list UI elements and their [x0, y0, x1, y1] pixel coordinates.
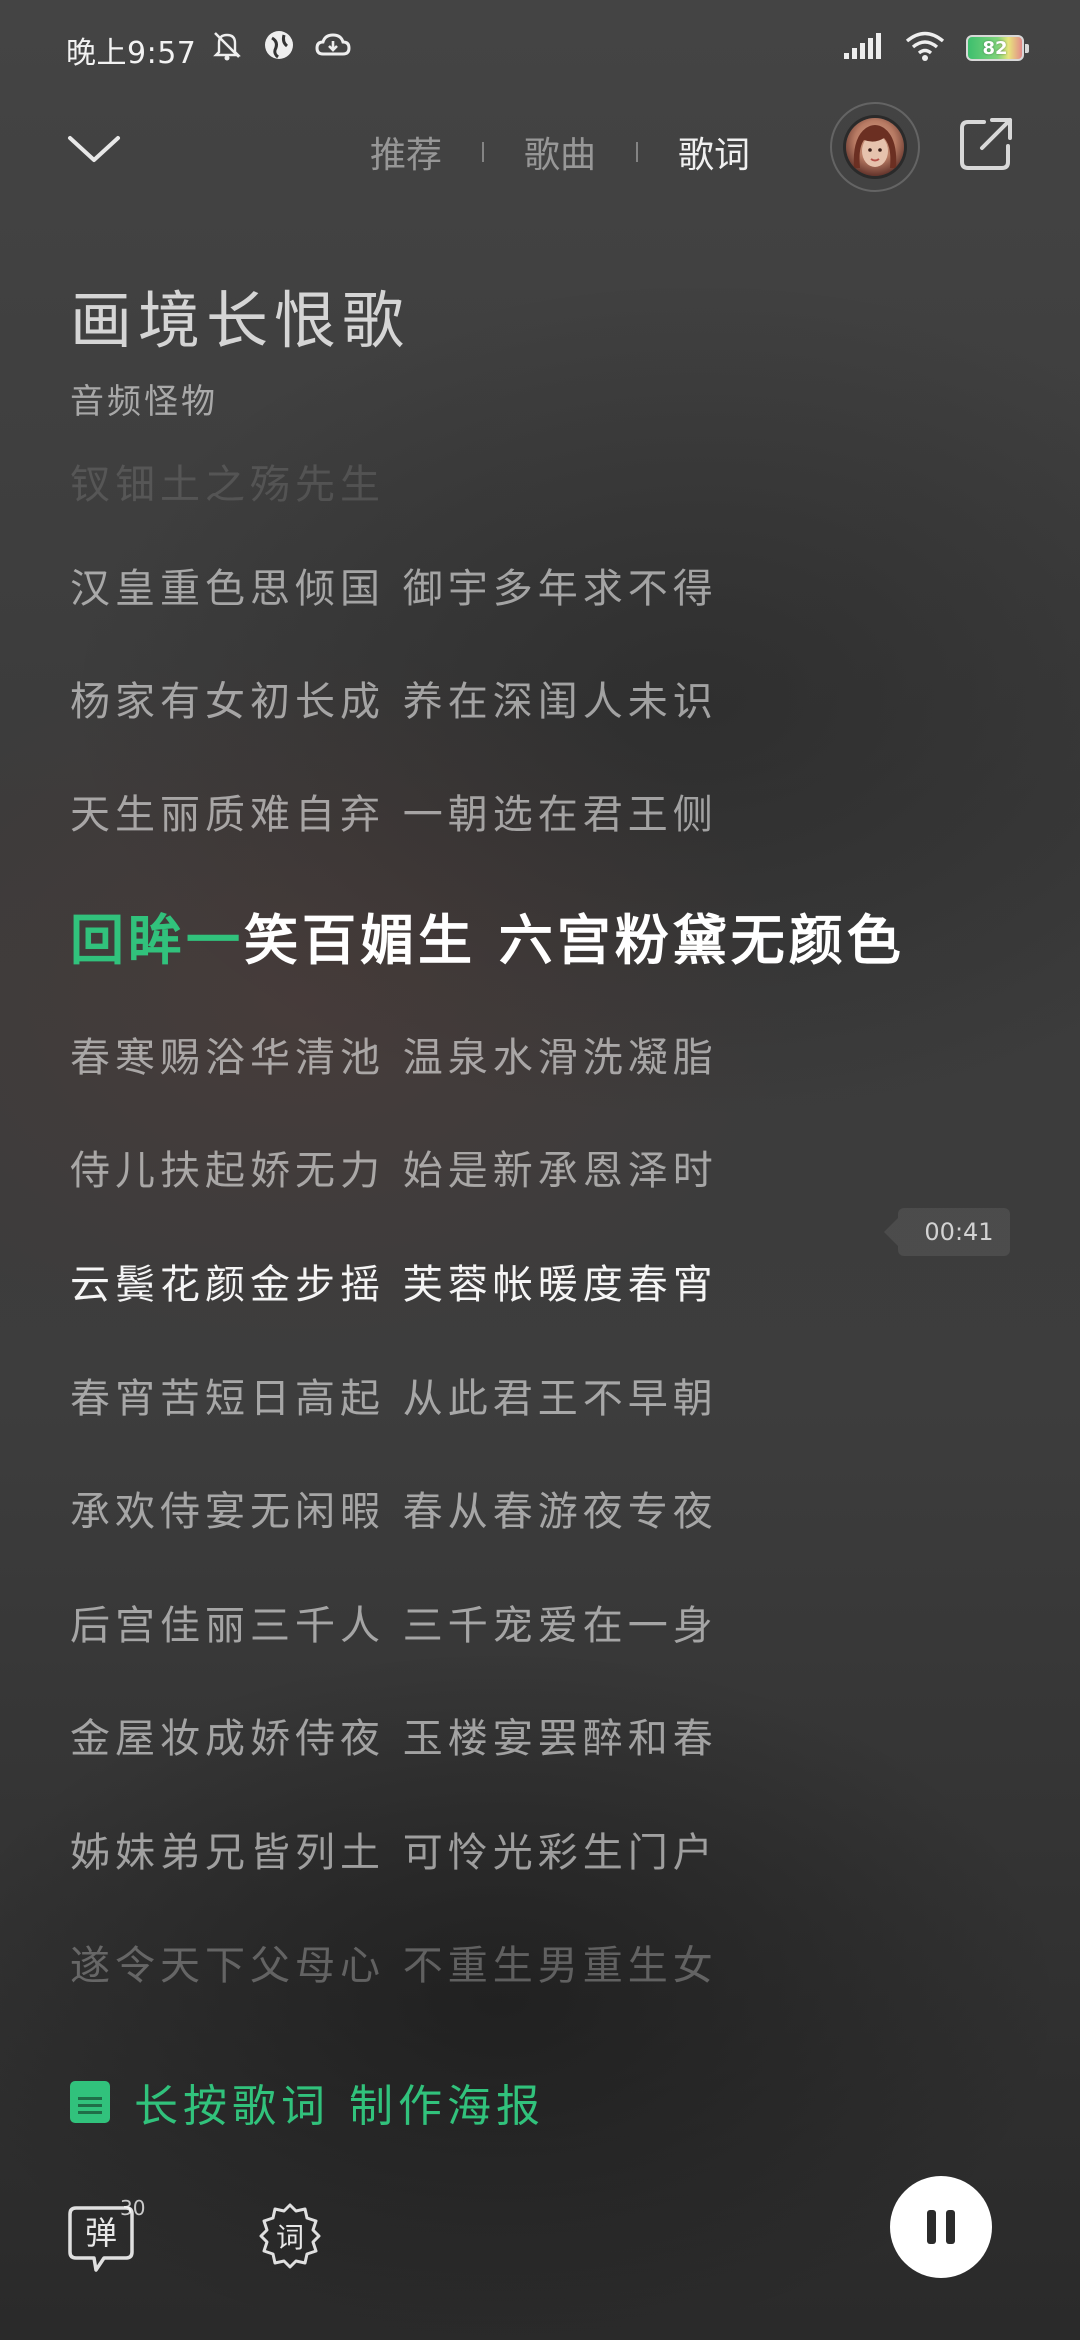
danmu-count: 30 [120, 2196, 146, 2220]
tab-recommend[interactable]: 推荐 [352, 126, 460, 178]
battery-icon: 82 [966, 35, 1029, 61]
collapse-button[interactable] [62, 118, 126, 182]
lyric-line[interactable]: 春宵苦短日高起 从此君王不早朝 [70, 1366, 718, 1424]
pause-icon-bar [927, 2210, 936, 2244]
tab-bar: 推荐 歌曲 歌词 [352, 126, 768, 178]
cloud-icon [314, 30, 352, 64]
poster-icon [70, 2081, 110, 2123]
lyric-settings-button[interactable]: 词 [256, 2202, 324, 2270]
pause-icon-bar [946, 2210, 955, 2244]
status-bar: 晚上9:57 82 [0, 0, 1080, 96]
lyric-line[interactable]: 天生丽质难自弃 一朝选在君王侧 [70, 782, 718, 840]
current-lyric-rest: 笑百媚生 六宫粉黛无颜色 [244, 908, 905, 972]
user-avatar-button[interactable] [830, 102, 920, 192]
lyric-line[interactable]: 钗钿土之殇先生 [70, 452, 385, 510]
lyric-line[interactable]: 后宫佳丽三千人 三千宠爱在一身 [70, 1593, 718, 1651]
lyric-line[interactable]: 遂令天下父母心 不重生男重生女 [70, 1933, 718, 1991]
player-header: 推荐 歌曲 歌词 [0, 96, 1080, 246]
tab-divider [482, 142, 485, 162]
lyric-line[interactable]: 姊妹弟兄皆列土 可怜光彩生门户 [70, 1820, 718, 1878]
lyric-settings-label: 词 [276, 2221, 304, 2254]
danmu-label: 弹 [85, 2214, 117, 2252]
lyric-line[interactable]: 杨家有女初长成 养在深闺人未识 [70, 669, 718, 727]
lyric-line[interactable]: 金屋妆成娇侍夜 玉楼宴罢醉和春 [70, 1706, 718, 1764]
lyric-line[interactable]: 承欢侍宴无闲暇 春从春游夜专夜 [70, 1479, 718, 1537]
avatar [846, 118, 904, 176]
pause-button[interactable] [890, 2176, 992, 2278]
wifi-icon [904, 30, 946, 66]
current-lyric-sung: 回眸一 [70, 908, 244, 972]
lyric-settings-icon: 词 [259, 2203, 321, 2269]
lyric-line[interactable]: 侍儿扶起娇无力 始是新承恩泽时 [70, 1138, 718, 1196]
battery-level: 82 [982, 37, 1008, 59]
current-lyric-line[interactable]: 回眸一笑百媚生 六宫粉黛无颜色 [70, 896, 905, 975]
poster-tip[interactable]: 长按歌词 制作海报 [70, 2070, 545, 2134]
tab-divider [636, 142, 639, 162]
chevron-down-icon [68, 136, 120, 162]
mute-icon [210, 28, 244, 66]
status-time: 晚上9:57 [66, 36, 197, 71]
song-artist[interactable]: 音频怪物 [70, 374, 218, 423]
lyric-line[interactable]: 春寒赐浴华清池 温泉水滑洗凝脂 [70, 1025, 718, 1083]
seek-time-button[interactable]: 00:41 [884, 1208, 1010, 1256]
poster-tip-text: 长按歌词 制作海报 [134, 2081, 545, 2132]
tab-lyrics[interactable]: 歌词 [660, 126, 768, 178]
lyric-line-seek[interactable]: 云鬓花颜金步摇 芙蓉帐暖度春宵 [70, 1252, 718, 1310]
song-title: 画境长恨歌 [70, 284, 411, 357]
share-button[interactable] [954, 112, 1018, 176]
signal-icon [842, 31, 884, 65]
seek-time-label: 00:41 [924, 1218, 994, 1246]
share-icon [960, 118, 1012, 170]
tab-song[interactable]: 歌曲 [506, 126, 614, 178]
vpn-icon [262, 28, 296, 66]
lyric-line[interactable]: 汉皇重色思倾国 御宇多年求不得 [70, 556, 718, 614]
